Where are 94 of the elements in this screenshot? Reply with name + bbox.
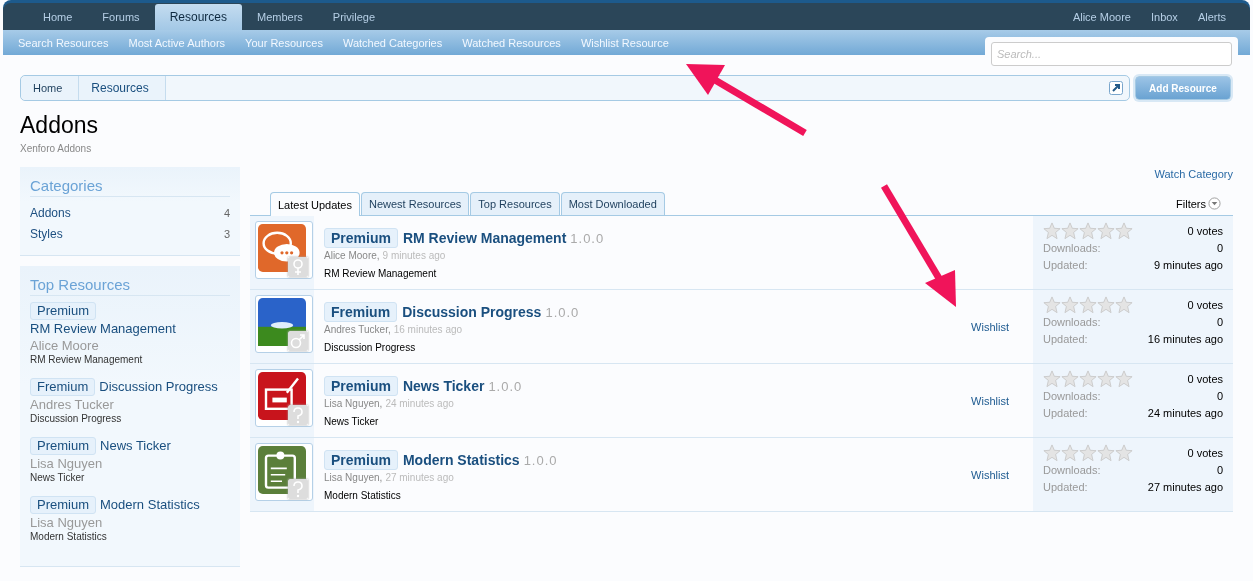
updated-time: 24 minutes ago (1147, 406, 1223, 421)
author-name: Alice Moore (30, 337, 99, 354)
post-time: 9 minutes ago (382, 250, 446, 261)
stat-label: Downloads: (1043, 241, 1101, 256)
stat-label: Updated: (1043, 332, 1088, 347)
list-tab[interactable]: Latest Updates (270, 192, 360, 216)
updated-time: 27 minutes ago (1147, 480, 1223, 495)
resource-version: 1.0.0 (570, 230, 605, 246)
breadcrumb-link[interactable]: Home (21, 76, 80, 100)
resource-link[interactable]: News Ticker (100, 437, 171, 454)
dropdown-caret-icon[interactable] (1208, 197, 1221, 210)
vote-count: 0 votes (1187, 445, 1223, 461)
resource-tagline: Modern Statistics (30, 531, 108, 542)
stat-label: Downloads: (1043, 315, 1101, 330)
resource-tagline: News Ticker (30, 472, 86, 483)
stat-label: Updated: (1043, 258, 1088, 273)
stat-label: Updated: (1043, 480, 1088, 495)
post-time: 24 minutes ago (385, 398, 454, 409)
resource-tagline: Discussion Progress (324, 342, 417, 353)
page-title: Addons (20, 112, 99, 139)
author-link[interactable]: Alice Moore, (324, 250, 380, 261)
author-name: Andres Tucker (30, 396, 114, 413)
resource-version: 1.0.0 (545, 304, 580, 320)
resource-tagline: RM Review Management (324, 268, 438, 279)
prefix-label[interactable]: Premium (324, 376, 398, 396)
avatar-badge-icon (288, 479, 308, 499)
vote-count: 0 votes (1187, 371, 1223, 387)
list-tab[interactable]: Newest Resources (361, 192, 470, 215)
post-time: 27 minutes ago (385, 472, 454, 483)
stat-label: Updated: (1043, 406, 1088, 421)
resource-tagline: News Ticker (324, 416, 380, 427)
resource-link[interactable]: Discussion Progress (99, 378, 218, 395)
category-count: 4 (223, 206, 230, 221)
post-time: 16 minutes ago (393, 324, 463, 335)
resource-version: 1.0.0 (488, 378, 523, 394)
nav-tab[interactable]: Forums (87, 3, 155, 30)
nav-tab[interactable]: Members (242, 3, 318, 30)
updated-time: 16 minutes ago (1147, 332, 1223, 347)
resource-tagline: RM Review Management (30, 354, 144, 365)
resource-tagline: Modern Statistics (324, 490, 402, 501)
prefix-label[interactable]: Premium (30, 302, 96, 320)
avatar-badge-icon (288, 257, 308, 277)
nav-tab[interactable]: Privilege (317, 3, 390, 30)
user-link[interactable]: Alice Moore (1062, 3, 1141, 30)
prefix-label[interactable]: Fremium (30, 378, 96, 396)
category-count: 3 (223, 227, 230, 242)
panel-heading: Categories (30, 177, 230, 197)
user-link[interactable]: Alerts (1187, 3, 1236, 30)
download-count: 0 (1216, 389, 1223, 404)
resource-title-link[interactable]: RM Review Management (402, 230, 567, 246)
prefix-label[interactable]: Fremium (324, 302, 398, 322)
author-name: Lisa Nguyen (30, 514, 103, 531)
resource-tagline: Discussion Progress (30, 413, 123, 424)
prefix-label[interactable]: Premium (324, 228, 398, 248)
popout-icon[interactable] (1109, 81, 1123, 95)
panel-heading: Top Resources (30, 276, 230, 296)
breadcrumb-link[interactable]: Resources (79, 76, 166, 100)
prefix-label[interactable]: Premium (30, 437, 96, 455)
resource-title-link[interactable]: Modern Statistics (402, 452, 520, 468)
watch-category-link[interactable]: Watch Category (1154, 168, 1233, 189)
category-link[interactable]: Addons (30, 203, 71, 224)
resource-version: 1.0.0 (523, 452, 558, 468)
stat-label: Downloads: (1043, 389, 1101, 404)
stat-label: Downloads: (1043, 463, 1101, 478)
avatar-badge-icon (288, 331, 308, 351)
download-count: 0 (1216, 241, 1223, 256)
filters-button[interactable]: Filters (1176, 197, 1221, 210)
resource-link[interactable]: RM Review Management (30, 320, 176, 337)
author-link[interactable]: Lisa Nguyen, (324, 472, 383, 483)
wishlist-link[interactable]: Wishlist (971, 320, 1009, 333)
search-field[interactable]: Search... (991, 42, 1232, 66)
author-link[interactable]: Andres Tucker, (324, 324, 391, 335)
avatar-badge-icon (288, 405, 308, 425)
author-name: Lisa Nguyen (30, 455, 103, 472)
resource-link[interactable]: Modern Statistics (100, 496, 200, 513)
page-description: Xenforo Addons (20, 143, 93, 154)
nav-tab[interactable]: Resources (154, 4, 242, 30)
resource-title-link[interactable]: News Ticker (402, 378, 485, 394)
vote-count: 0 votes (1187, 297, 1223, 313)
resource-title-link[interactable]: Discussion Progress (402, 304, 542, 320)
list-tab[interactable]: Top Resources (470, 192, 560, 215)
prefix-label[interactable]: Premium (324, 450, 398, 470)
author-link[interactable]: Lisa Nguyen, (324, 398, 383, 409)
updated-time: 9 minutes ago (1153, 258, 1223, 273)
vote-count: 0 votes (1187, 223, 1223, 239)
list-tab[interactable]: Most Downloaded (560, 192, 665, 215)
download-count: 0 (1216, 315, 1223, 330)
wishlist-link[interactable]: Wishlist (971, 468, 1009, 481)
prefix-label[interactable]: Premium (30, 496, 96, 514)
category-link[interactable]: Styles (30, 224, 63, 245)
user-link[interactable]: Inbox (1140, 3, 1188, 30)
wishlist-link[interactable]: Wishlist (971, 394, 1009, 407)
download-count: 0 (1216, 463, 1223, 478)
nav-tab[interactable]: Home (28, 3, 88, 30)
